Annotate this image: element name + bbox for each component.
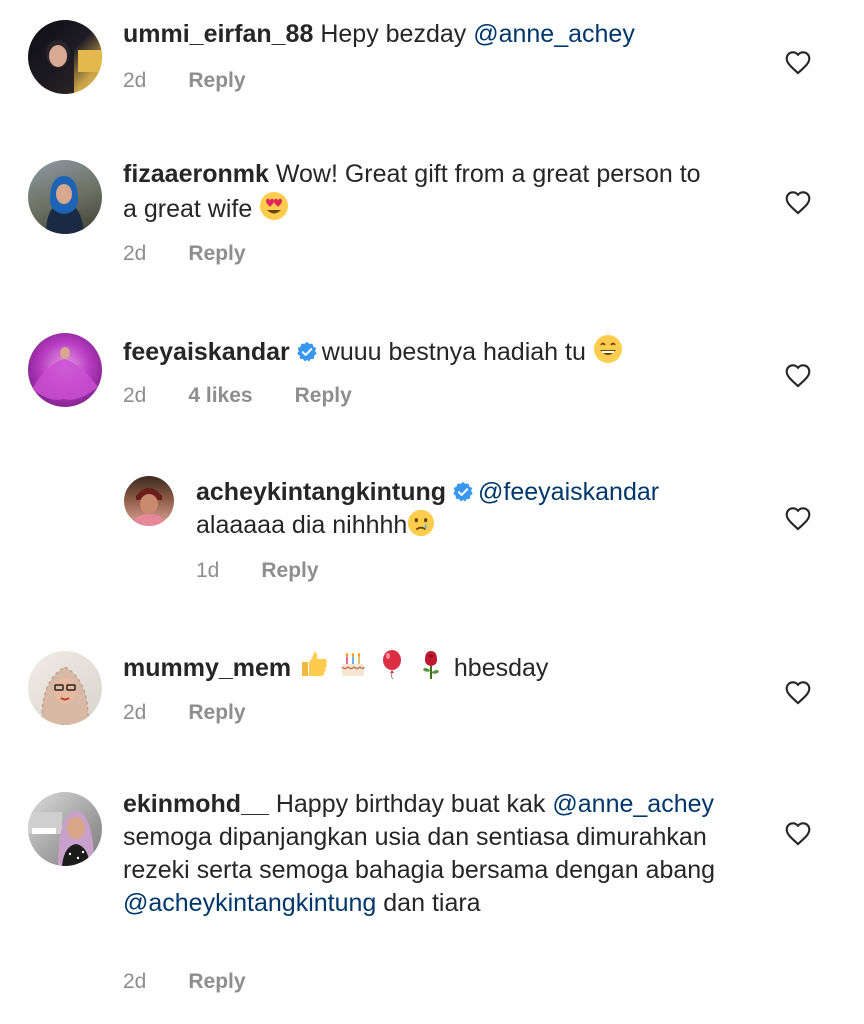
comment-meta: 1d Reply [196,559,361,583]
comment-meta: 2d 4 likes Reply [123,384,394,408]
comment-meta: 2d Reply [123,701,288,725]
username[interactable]: mummy_mem [123,654,291,682]
rose-emoji [422,651,439,679]
timestamp: 2d [123,970,147,993]
heart-icon[interactable] [784,820,812,846]
comment-text: alaaaaa dia nihhhh [196,511,408,539]
mention-link[interactable]: @acheykintangkintung [123,889,376,917]
username[interactable]: acheykintangkintung [196,478,446,506]
avatar[interactable] [28,651,102,725]
timestamp: 1d [196,559,220,582]
thumbs-up-emoji [302,652,327,676]
heart-icon[interactable] [784,49,812,75]
mention-link[interactable]: @anne_achey [552,790,714,818]
comment-body: ummi_eirfan_88 Hepy bezday @anne_achey [123,18,723,51]
grinning-emoji [593,335,622,363]
username[interactable]: fizaaeronmk [123,160,269,188]
reply-button[interactable]: Reply [295,384,352,408]
reply-button[interactable]: Reply [188,69,245,93]
comment-meta: 2d Reply [123,242,288,266]
heart-icon[interactable] [784,362,812,388]
mention-link[interactable]: @feeyaiskandar [478,478,659,506]
likes-count[interactable]: 4 likes [188,384,252,408]
username[interactable]: feeyaiskandar [123,338,290,366]
avatar[interactable] [28,333,102,407]
comment-meta: 2d Reply [123,970,288,994]
username[interactable]: ummi_eirfan_88 [123,20,313,48]
balloon-emoji [383,650,401,680]
timestamp: 2d [123,701,147,724]
comment-body: acheykintangkintung @feeyaiskandar alaaa… [196,476,756,542]
timestamp: 2d [123,69,147,92]
comment-text: semoga dipanjangkan usia dan sentiasa di… [123,823,716,884]
heart-eyes-emoji [260,192,289,220]
verified-badge-icon [453,481,473,502]
crying-emoji [408,509,435,537]
verified-badge-icon [296,341,317,362]
comment-meta: 2d Reply [123,69,288,93]
birthday-cake-emoji [341,653,365,676]
reply-button[interactable]: Reply [188,970,245,994]
timestamp: 2d [123,242,147,265]
avatar[interactable] [28,160,102,234]
comment-text: dan tiara [383,889,481,917]
mention-link[interactable]: @anne_achey [473,20,635,48]
heart-icon[interactable] [784,505,812,531]
timestamp: 2d [123,384,147,407]
reply-button[interactable]: Reply [188,701,245,725]
avatar[interactable] [28,20,102,94]
comment-body: feeyaiskandar wuuu bestnya hadiah tu [123,334,723,369]
avatar[interactable] [28,792,102,866]
comment-text: hbesday [453,654,549,682]
reply-button[interactable]: Reply [188,242,245,266]
username[interactable]: ekinmohd__ [123,790,269,818]
comment-text: Hepy bezday [320,20,467,48]
heart-icon[interactable] [784,679,812,705]
heart-icon[interactable] [784,189,812,215]
comment-body: ekinmohd__ Happy birthday buat kak @anne… [123,788,723,920]
reply-button[interactable]: Reply [261,559,318,583]
comment-text: Happy birthday buat kak [275,790,546,818]
comment-body: fizaaeronmk Wow! Great gift from a great… [123,158,703,226]
comment-body: mummy_mem hbesday [123,648,723,685]
comment-text: wuuu bestnya hadiah tu [321,338,586,366]
avatar[interactable] [124,476,174,526]
